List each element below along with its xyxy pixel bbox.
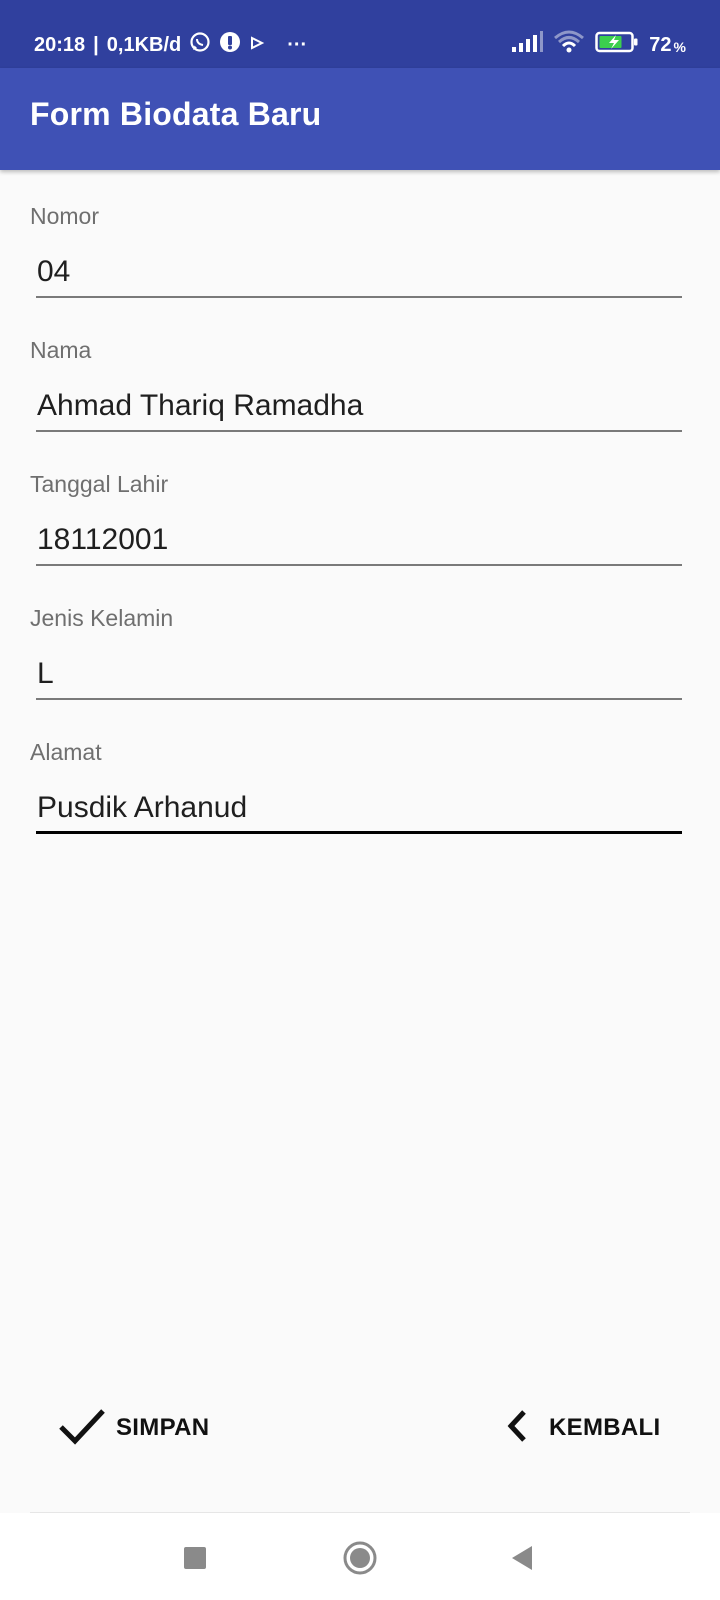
jenis-kelamin-label: Jenis Kelamin xyxy=(30,605,174,631)
status-left: 20:18 | 0,1KB/d ··· xyxy=(34,30,307,60)
tanggal-lahir-underline xyxy=(36,564,682,566)
nama-underline xyxy=(36,430,682,432)
back-button-label: KEMBALI xyxy=(549,1414,661,1441)
status-separator: | xyxy=(93,33,99,56)
home-icon[interactable] xyxy=(335,1533,385,1583)
battery-percent-unit: % xyxy=(673,39,686,55)
play-icon xyxy=(249,34,265,57)
status-bar: 20:18 | 0,1KB/d ··· 72 % xyxy=(0,0,720,68)
jenis-kelamin-input[interactable] xyxy=(36,652,683,696)
system-nav-bar xyxy=(0,1513,720,1600)
nama-input[interactable] xyxy=(36,384,683,428)
check-icon xyxy=(58,1406,106,1451)
tanggal-lahir-label: Tanggal Lahir xyxy=(30,471,169,497)
status-time: 20:18 xyxy=(34,33,86,56)
battery-charging-icon xyxy=(595,30,639,60)
back-icon[interactable] xyxy=(497,1533,547,1583)
jenis-kelamin-underline xyxy=(36,698,682,700)
recents-icon[interactable] xyxy=(170,1533,220,1583)
whatsapp-icon xyxy=(189,31,211,59)
vpn-icon xyxy=(219,31,241,59)
page-title: Form Biodata Baru xyxy=(30,96,322,132)
nomor-underline xyxy=(36,296,682,298)
wifi-icon xyxy=(553,30,585,60)
nama-label: Nama xyxy=(30,337,92,363)
signal-icon xyxy=(511,31,544,59)
battery-percent: 72 xyxy=(649,33,672,56)
back-button[interactable]: KEMBALI xyxy=(505,1398,660,1458)
alamat-underline xyxy=(36,831,682,834)
chevron-left-icon xyxy=(505,1409,529,1448)
save-button-label: SIMPAN xyxy=(116,1414,210,1441)
status-data-rate: 0,1KB/d xyxy=(106,33,182,56)
save-button[interactable]: SIMPAN xyxy=(58,1398,209,1458)
nomor-input[interactable] xyxy=(36,250,683,294)
alamat-input[interactable] xyxy=(36,786,683,830)
app-bar: Form Biodata Baru xyxy=(0,68,720,170)
more-notifications-icon: ··· xyxy=(287,33,308,56)
status-right: 72 % xyxy=(511,30,686,60)
alamat-label: Alamat xyxy=(30,739,102,765)
nomor-label: Nomor xyxy=(30,203,100,229)
tanggal-lahir-input[interactable] xyxy=(36,518,683,562)
